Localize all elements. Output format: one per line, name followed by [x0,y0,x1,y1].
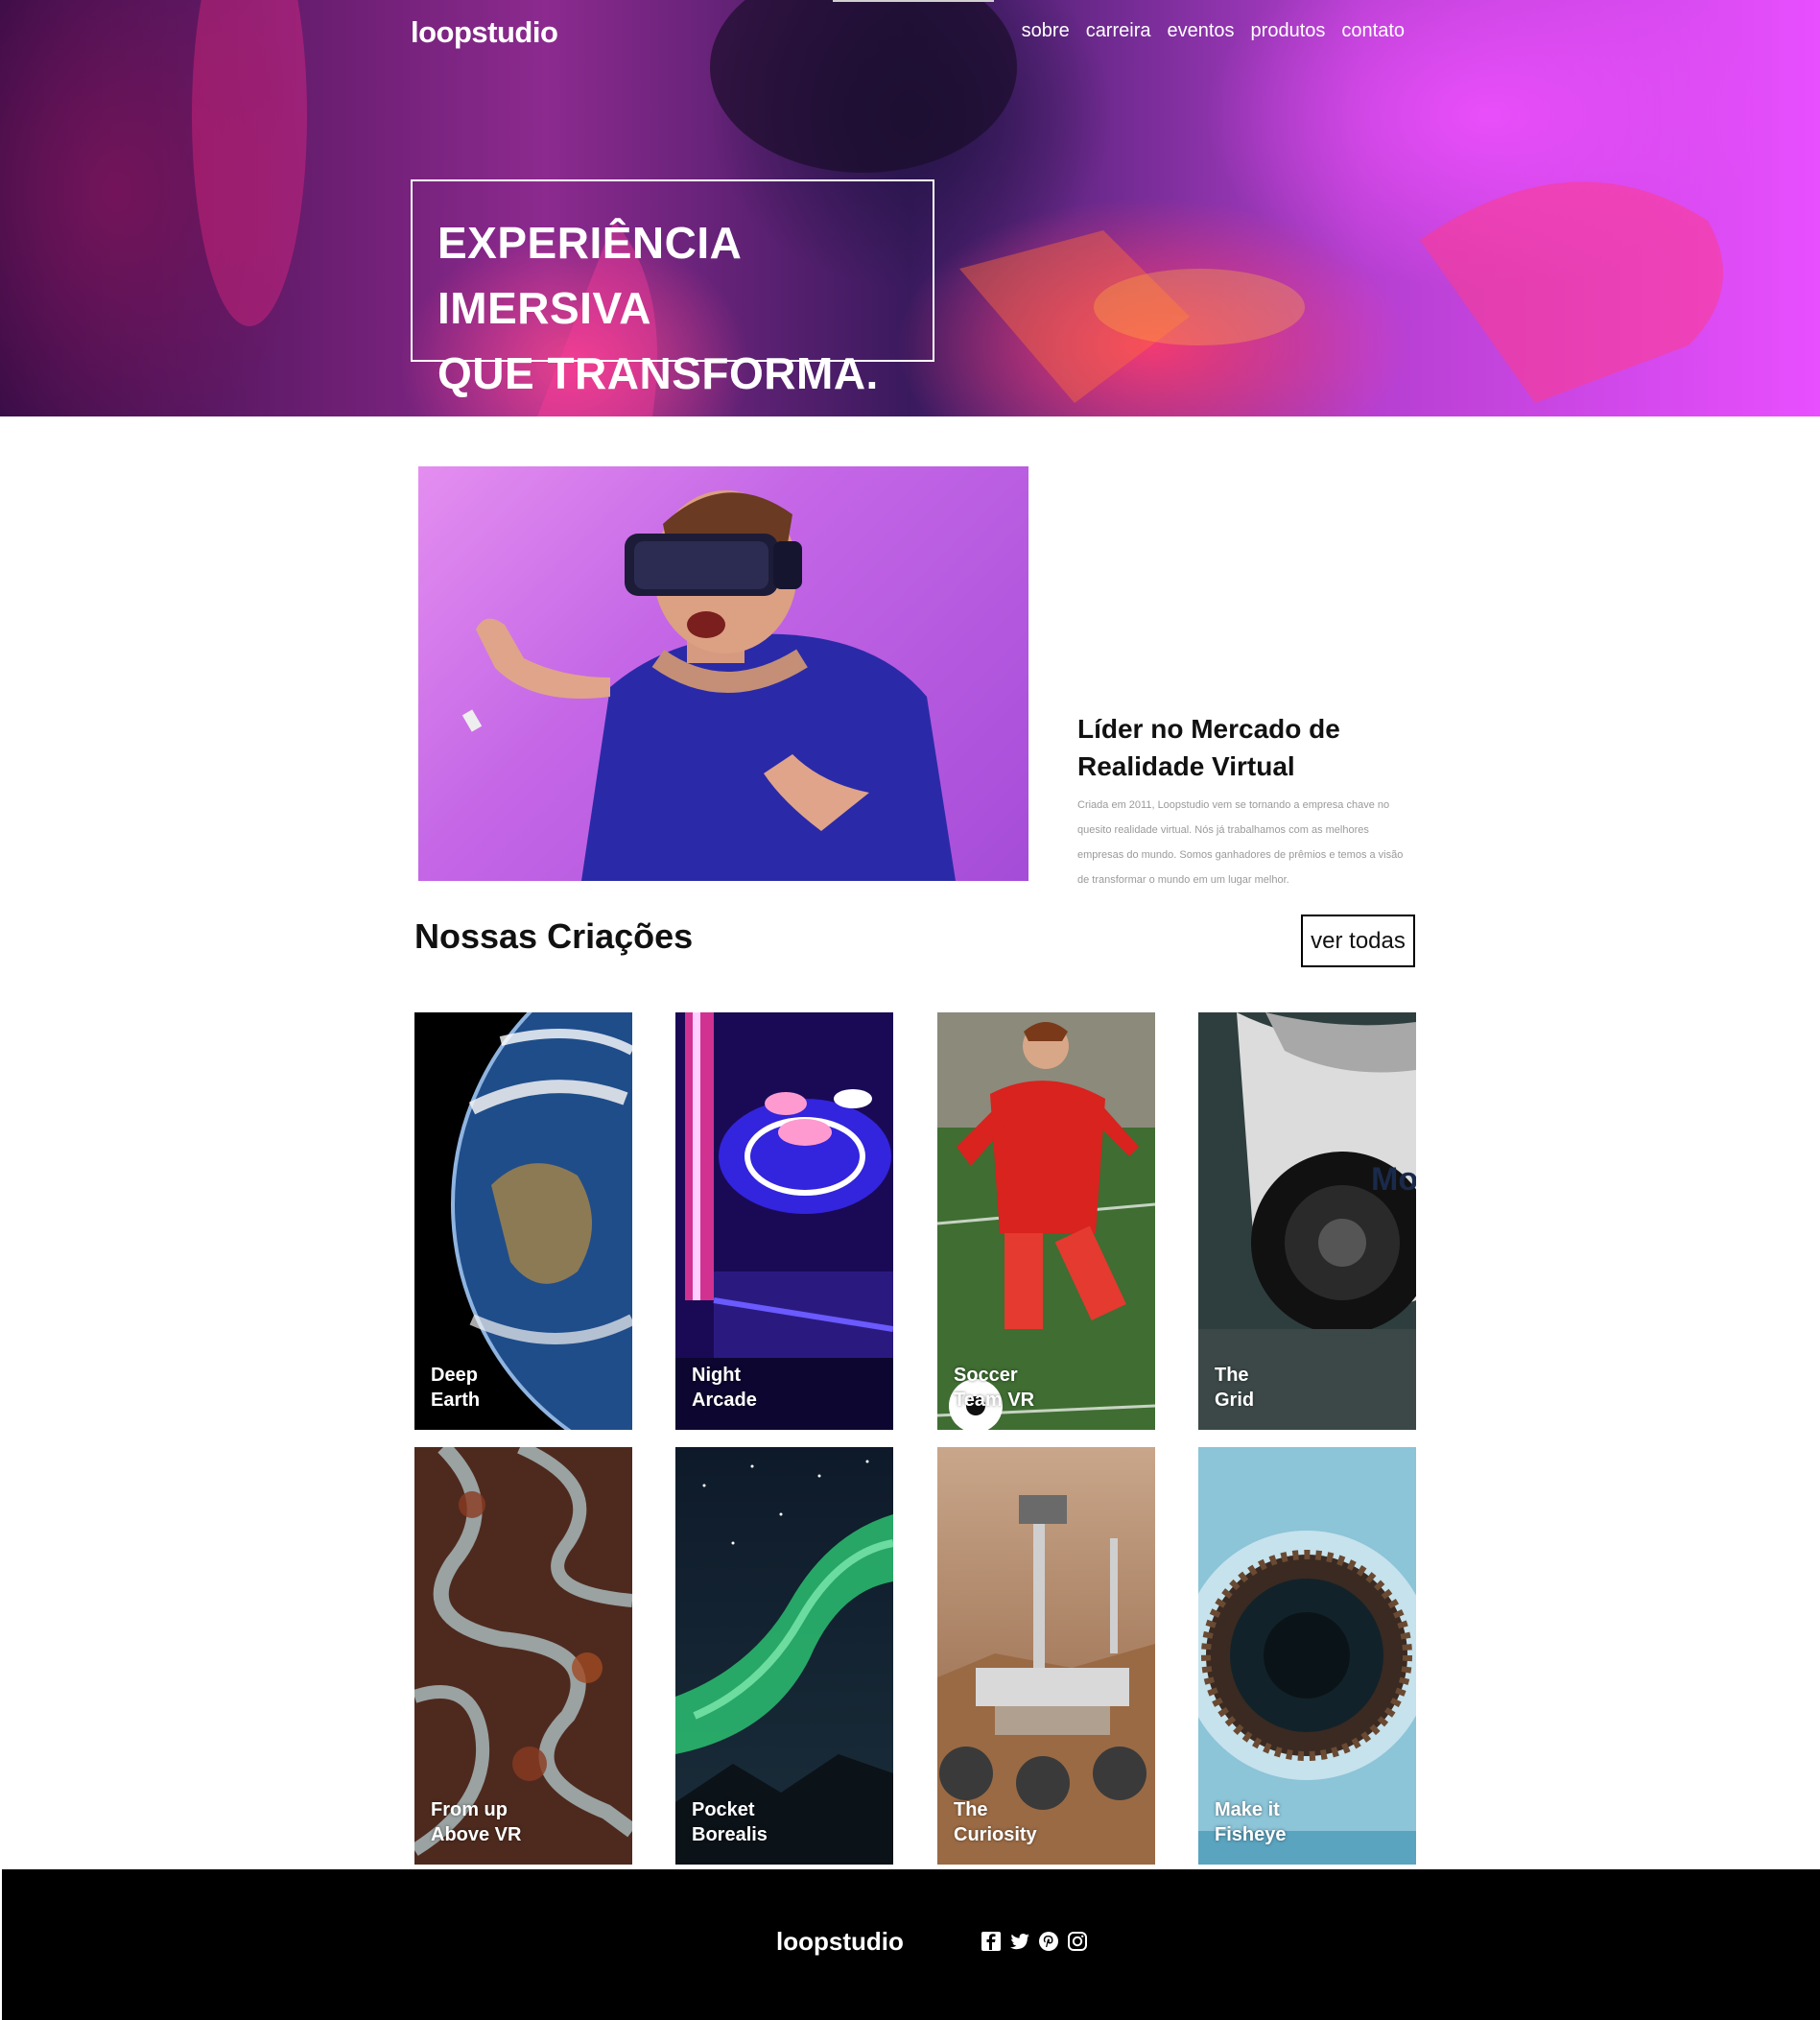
vr-user-image [418,466,1028,881]
hero-banner: loopstudio sobre carreira eventos produt… [0,0,1820,416]
card-label: The Curiosity [954,1799,1037,1845]
footer-brand-logo[interactable]: loopstudio [776,1927,904,1957]
nav-link-eventos[interactable]: eventos [1167,20,1234,42]
card-label: From up Above VR [431,1799,522,1845]
top-navigation-bar: loopstudio sobre carreira eventos produt… [411,13,1405,52]
instagram-icon[interactable] [1067,1931,1088,1952]
pinterest-icon[interactable] [1038,1931,1059,1952]
facebook-icon[interactable] [981,1931,1002,1952]
about-title-line-1: Líder no Mercado de [1077,714,1340,744]
about-title-line-2: Realidade Virtual [1077,751,1295,781]
twitter-icon[interactable] [1009,1931,1030,1952]
top-divider [833,0,994,2]
hero-headline-box: EXPERIÊNCIA IMERSIVA QUE TRANSFORMA. [411,179,934,398]
card-label: Pocket Borealis [692,1799,768,1845]
main-nav: sobre carreira eventos produtos contato [1022,20,1405,42]
vr-user-illustration [461,490,956,881]
creations-title: Nossas Criações [414,916,694,956]
nav-link-produtos[interactable]: produtos [1251,20,1326,42]
nav-link-sobre[interactable]: sobre [1022,20,1070,42]
about-title: Líder no Mercado de Realidade Virtual [1077,710,1415,785]
site-footer: loopstudio [2,1869,1820,2020]
card-label: Soccer Team VR [954,1365,1035,1411]
hero-headline: EXPERIÊNCIA IMERSIVA QUE TRANSFORMA. [437,210,908,406]
brand-logo[interactable]: loopstudio [411,15,558,50]
creation-card-the-curiosity[interactable]: The Curiosity [937,1447,1155,1865]
creation-card-soccer-team-vr[interactable]: Soccer Team VR [937,1012,1155,1430]
see-all-button[interactable]: ver todas [1301,915,1415,967]
svg-text:Mo: Mo [1371,1161,1416,1198]
creation-card-make-it-fisheye[interactable]: Make it Fisheye [1198,1447,1416,1865]
card-label: Night Arcade [692,1365,757,1411]
card-label: Make it Fisheye [1215,1799,1287,1845]
about-description: Criada em 2011, Loopstudio vem se tornan… [1077,799,1404,886]
creation-card-pocket-borealis[interactable]: Pocket Borealis [675,1447,893,1865]
hero-headline-line-2: QUE TRANSFORMA. [437,348,879,398]
card-label: The Grid [1215,1365,1255,1411]
creation-card-night-arcade[interactable]: Night Arcade [675,1012,893,1430]
nav-link-carreira[interactable]: carreira [1086,20,1151,42]
creation-card-deep-earth[interactable]: Deep Earth [414,1012,632,1430]
card-label: Deep Earth [431,1365,481,1411]
about-section: Líder no Mercado de Realidade Virtual Cr… [1077,710,1415,892]
creation-card-from-up-above-vr[interactable]: From up Above VR [414,1447,632,1865]
social-links [981,1931,1088,1952]
hero-headline-line-1: EXPERIÊNCIA IMERSIVA [437,218,741,333]
nav-link-contato[interactable]: contato [1341,20,1405,42]
creation-card-the-grid[interactable]: Mo The Grid [1198,1012,1416,1430]
